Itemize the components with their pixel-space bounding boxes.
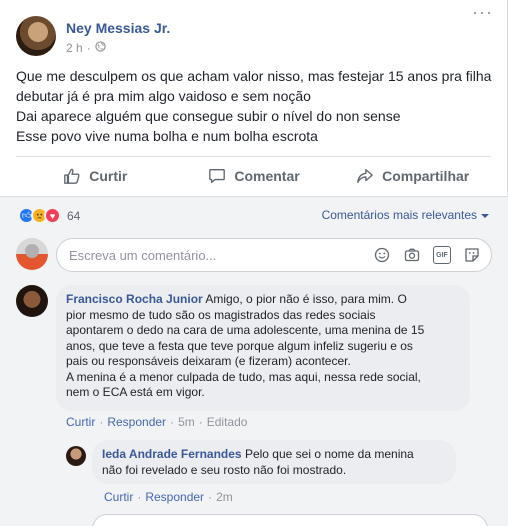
comment-text-line: A menina é a menor culpada de tudo, mas …: [66, 369, 421, 384]
separator: ·: [208, 490, 213, 504]
reply-bubble: Ieda Andrade Fernandes Pelo que sei o no…: [92, 440, 456, 484]
like-label: Curtir: [89, 168, 128, 184]
sticker-icon[interactable]: [463, 246, 481, 264]
comment-label: Comentar: [234, 168, 300, 184]
comment-author[interactable]: Francisco Rocha Junior: [66, 292, 203, 306]
emoji-icon[interactable]: [373, 246, 391, 264]
reply-like-link[interactable]: Curtir: [104, 490, 133, 504]
comment-sort-dropdown[interactable]: Comentários mais relevantes: [322, 208, 489, 222]
separator: ·: [198, 415, 203, 429]
like-button[interactable]: Curtir: [16, 158, 175, 194]
separator: ·: [170, 415, 175, 429]
comment-input-box[interactable]: GIF: [56, 238, 492, 272]
comment-input[interactable]: [69, 247, 373, 263]
post-time[interactable]: 2 h: [66, 41, 83, 55]
share-label: Compartilhar: [382, 168, 470, 184]
reply-time[interactable]: 2m: [216, 490, 233, 504]
comment-text-line: pais ou responsáveis deixaram (e fizeram…: [66, 354, 351, 368]
comment-icon: [209, 169, 226, 183]
post-meta: 2 h ·: [66, 41, 106, 55]
comment-time[interactable]: 5m: [178, 415, 195, 429]
separator: ·: [137, 490, 142, 504]
post-card: Ney Messias Jr. 2 h · ··· Que me desculp…: [0, 0, 508, 526]
more-options-icon[interactable]: ···: [472, 2, 493, 23]
post-text-line: Dai aparece alguém que consegue subir o …: [16, 108, 401, 124]
thumbs-up-icon: [64, 168, 80, 184]
post-text-line: debutar já é pra mim algo vaidoso e sem …: [16, 88, 311, 104]
reply-author[interactable]: Ieda Andrade Fernandes: [102, 447, 242, 461]
separator: ·: [99, 415, 104, 429]
post-header: [16, 16, 66, 56]
comment-composer: [16, 238, 48, 270]
composer-icons: GIF: [373, 246, 481, 264]
share-icon: [357, 169, 373, 183]
reaction-count: 64: [67, 208, 81, 223]
comment-actions: Curtir · Responder · 5m · Editado: [66, 415, 247, 429]
reply-input-box[interactable]: [92, 514, 488, 526]
comment-bubble: Francisco Rocha Junior Amigo, o pior não…: [56, 285, 470, 411]
author-avatar[interactable]: [16, 16, 56, 56]
post-text: Que me desculpem os que acham valor niss…: [16, 66, 492, 146]
comment-reply-link[interactable]: Responder: [107, 415, 166, 429]
camera-icon[interactable]: [403, 246, 421, 264]
comment-edited-label[interactable]: Editado: [207, 415, 248, 429]
reaction-summary[interactable]: 👍︎ ♥ 64: [18, 207, 80, 224]
commenter-avatar[interactable]: [16, 285, 48, 317]
replier-avatar[interactable]: [66, 446, 86, 466]
comment-text-line: anos, que teve a festa que teve porque a…: [66, 338, 413, 353]
post-text-line: Que me desculpem os que acham valor niss…: [16, 68, 492, 84]
comment-button[interactable]: Comentar: [175, 158, 334, 194]
reply-actions: Curtir · Responder · 2m: [104, 490, 233, 504]
reply-text-line: Pelo que sei o nome da menina: [244, 447, 414, 461]
gif-icon[interactable]: GIF: [433, 246, 451, 264]
caret-down-icon: [481, 208, 489, 222]
comment-like-link[interactable]: Curtir: [66, 415, 95, 429]
share-button[interactable]: Compartilhar: [333, 158, 492, 194]
reply-text-line: não foi revelado e seu rosto não foi mos…: [102, 462, 347, 477]
comment-text-line: apontarem o dedo na cara de uma adolesce…: [66, 323, 425, 337]
current-user-avatar: [16, 238, 48, 270]
meta-separator: ·: [86, 41, 91, 55]
love-reaction-icon: ♥: [44, 207, 61, 224]
comment-text-line: Amigo, o pior não é isso, para mim. O: [205, 292, 407, 306]
comment-text-line: nem o ECA está em vigor.: [66, 385, 205, 399]
comment-sort-label: Comentários mais relevantes: [321, 208, 477, 222]
post-actions: Curtir Comentar Compartilhar: [16, 158, 492, 194]
post-text-line: Esse povo vive numa bolha e num bolha es…: [16, 128, 318, 144]
comment-text-line: pior mesmo de tudo são os magistrados da…: [66, 307, 376, 322]
divider: [16, 156, 491, 157]
globe-icon: [95, 41, 106, 55]
reply-reply-link[interactable]: Responder: [145, 490, 204, 504]
post-author-name[interactable]: Ney Messias Jr.: [66, 20, 170, 36]
